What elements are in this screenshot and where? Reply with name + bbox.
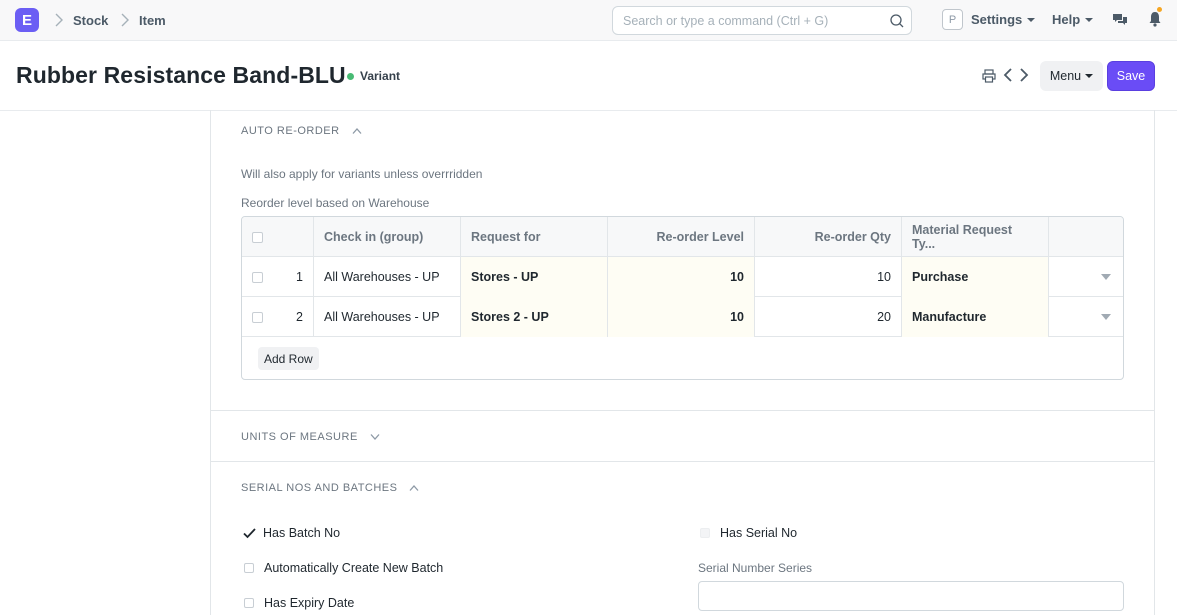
row-index-cell: 1: [242, 257, 314, 297]
page-title: Rubber Resistance Band-BLU: [16, 62, 346, 88]
column-header: Material Request Ty...: [902, 217, 1049, 257]
table-label: Reorder level based on Warehouse: [241, 196, 430, 210]
row-checkbox[interactable]: [252, 271, 263, 283]
settings-dropdown[interactable]: Settings: [971, 12, 1036, 27]
cell-request-for[interactable]: Stores - UP: [461, 257, 608, 297]
chat-icon[interactable]: [1112, 12, 1128, 28]
help-text: Will also apply for variants unless over…: [241, 167, 483, 181]
section-title: UNITS OF MEASURE: [241, 431, 358, 443]
serial-series-input[interactable]: [698, 581, 1124, 611]
breadcrumb-chevron-icon: [55, 13, 63, 27]
cell-reorder-level[interactable]: 10: [608, 257, 755, 297]
breadcrumb-stock[interactable]: Stock: [73, 13, 108, 28]
menu-button[interactable]: Menu: [1040, 61, 1103, 91]
row-actions[interactable]: [1049, 257, 1123, 297]
cell-material-request-type[interactable]: Manufacture: [902, 297, 1049, 337]
search-placeholder: Search or type a command (Ctrl + G): [623, 14, 829, 28]
cell-request-for[interactable]: Stores 2 - UP: [461, 297, 608, 337]
chevron-down-icon: [370, 434, 380, 440]
chevron-right-icon[interactable]: [1019, 68, 1029, 82]
checkbox-box: [244, 598, 254, 608]
chevron-up-icon: [409, 485, 419, 491]
row-index: 1: [296, 270, 303, 284]
section-units-of-measure[interactable]: UNITS OF MEASURE: [241, 431, 380, 443]
column-header: Re-order Qty: [755, 217, 902, 257]
section-auto-reorder[interactable]: AUTO RE-ORDER: [241, 125, 362, 137]
printer-icon[interactable]: [982, 69, 996, 83]
column-header: Check in (group): [314, 217, 461, 257]
app-logo[interactable]: E: [15, 8, 39, 32]
user-avatar[interactable]: P: [942, 9, 963, 30]
notification-bell-icon[interactable]: [1147, 10, 1163, 28]
checkmark-icon: [243, 527, 256, 538]
navbar: E Stock Item Search or type a command (C…: [0, 0, 1177, 41]
checkbox-label: Has Expiry Date: [264, 596, 355, 610]
section-divider: [211, 410, 1154, 411]
checkbox-box: [244, 563, 254, 573]
row-index-cell: 2: [242, 297, 314, 337]
table-row[interactable]: 2 All Warehouses - UP Stores 2 - UP 10 2…: [242, 297, 1123, 337]
chevron-left-icon[interactable]: [1003, 68, 1013, 82]
cell-reorder-level[interactable]: 10: [608, 297, 755, 337]
chevron-down-icon: [1085, 74, 1094, 78]
section-serial-batches[interactable]: SERIAL NOS AND BATCHES: [241, 482, 419, 494]
auto-create-batch-checkbox[interactable]: Automatically Create New Batch: [244, 561, 443, 575]
help-dropdown[interactable]: Help: [1052, 12, 1094, 27]
checkbox-box: [700, 528, 710, 538]
row-actions[interactable]: [1049, 297, 1123, 337]
dropdown-caret-icon: [1101, 314, 1111, 320]
section-title: SERIAL NOS AND BATCHES: [241, 482, 398, 494]
section-title: AUTO RE-ORDER: [241, 125, 340, 137]
section-divider: [211, 461, 1154, 462]
table-row[interactable]: 1 All Warehouses - UP Stores - UP 10 10 …: [242, 257, 1123, 297]
serial-series-label: Serial Number Series: [698, 561, 813, 575]
cell-reorder-qty[interactable]: 20: [755, 297, 902, 337]
select-all-cell: [242, 217, 314, 257]
cell-check-in-group[interactable]: All Warehouses - UP: [314, 257, 461, 297]
cell-reorder-qty[interactable]: 10: [755, 257, 902, 297]
chevron-down-icon: [1085, 18, 1094, 22]
chevron-down-icon: [1027, 18, 1036, 22]
menu-label: Menu: [1049, 69, 1082, 83]
help-label: Help: [1052, 12, 1081, 27]
row-checkbox[interactable]: [252, 311, 263, 323]
has-expiry-date-checkbox[interactable]: Has Expiry Date: [244, 596, 354, 610]
cell-check-in-group[interactable]: All Warehouses - UP: [314, 297, 461, 337]
cell-material-request-type[interactable]: Purchase: [902, 257, 1049, 297]
search-input[interactable]: Search or type a command (Ctrl + G): [612, 6, 912, 35]
add-row-button[interactable]: Add Row: [258, 347, 319, 370]
dropdown-caret-icon: [1101, 274, 1111, 280]
breadcrumb-item[interactable]: Item: [139, 13, 166, 28]
column-header: Re-order Level: [608, 217, 755, 257]
row-index: 2: [296, 310, 303, 324]
chevron-up-icon: [352, 128, 362, 134]
reorder-table: Check in (group) Request for Re-order Le…: [241, 216, 1124, 380]
breadcrumb-chevron-icon: [121, 13, 129, 27]
notification-dot: [1157, 7, 1162, 12]
column-header: Request for: [461, 217, 608, 257]
status-label: Variant: [360, 69, 401, 83]
checkbox-label: Has Serial No: [720, 526, 798, 540]
checkbox-label: Has Batch No: [263, 526, 341, 540]
settings-label: Settings: [971, 12, 1023, 27]
checkbox-label: Automatically Create New Batch: [264, 561, 444, 575]
has-batch-no-checkbox[interactable]: Has Batch No: [243, 526, 340, 540]
column-header-actions: [1049, 217, 1123, 257]
has-serial-no-checkbox[interactable]: Has Serial No: [700, 526, 797, 540]
select-all-checkbox[interactable]: [252, 231, 263, 243]
save-button[interactable]: Save: [1107, 61, 1155, 91]
table-header-row: Check in (group) Request for Re-order Le…: [242, 217, 1123, 257]
status-badge: Variant: [347, 69, 400, 83]
search-icon: [890, 14, 904, 28]
status-dot: [347, 72, 354, 80]
